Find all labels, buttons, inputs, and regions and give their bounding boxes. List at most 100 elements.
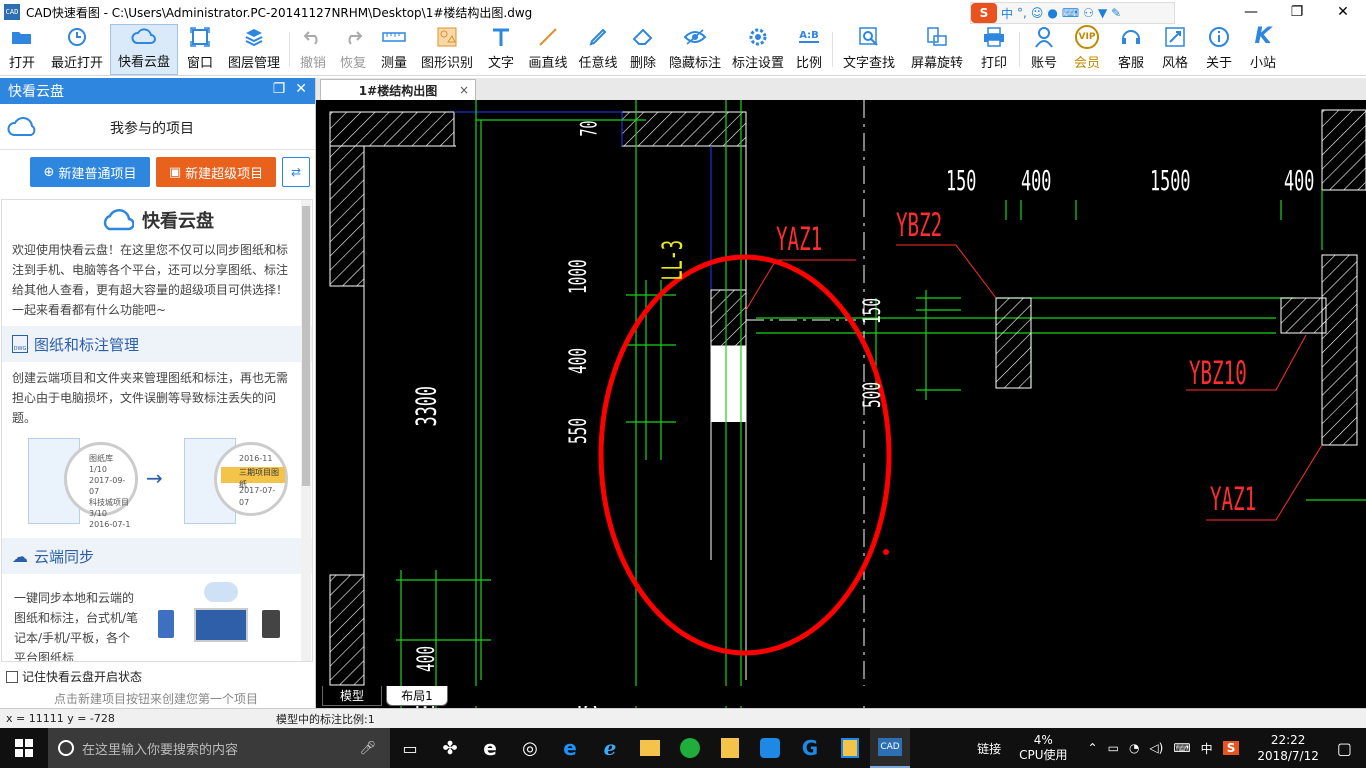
cloud-sync-icon: ☁ [12, 546, 28, 566]
main-toolbar: 打开 最近打开 快看云盘 窗口 图层管理 撤销 恢复 测量 图形识别 文字 画直… [0, 24, 1366, 76]
network-icon[interactable]: ◔ [1129, 741, 1139, 755]
panel-header: 快看云盘 ❐ ✕ [0, 78, 315, 104]
recent-button[interactable]: 最近打开 [44, 24, 110, 75]
new-super-project-button[interactable]: ▣ 新建超级项目 [156, 157, 276, 187]
shirt-icon[interactable]: ▼ [1098, 6, 1107, 20]
site-button[interactable]: K 小站 [1241, 24, 1285, 75]
eraser-icon [632, 24, 654, 49]
user-icon[interactable]: ⚇ [1083, 6, 1094, 20]
cad-app-icon[interactable]: CAD [870, 728, 910, 768]
intro-text: 欢迎使用快看云盘！在这里您不仅可以同步图纸和标注到手机、电脑等各个平台，还可以分… [12, 243, 289, 317]
shape-recognition-button[interactable]: 图形识别 [415, 24, 479, 75]
annotation-settings-button[interactable]: 标注设置 [727, 24, 789, 75]
hide-annotation-button[interactable]: 隐藏标注 [663, 24, 727, 75]
sogou-tray-icon[interactable]: S [1222, 741, 1240, 755]
volume-icon[interactable]: ◁) [1149, 741, 1163, 755]
style-button[interactable]: 风格 [1153, 24, 1197, 75]
print-button[interactable]: 打印 [972, 24, 1016, 75]
devices-illustration [154, 582, 284, 661]
toolbar-divider [832, 32, 833, 67]
folder-open-icon [11, 24, 33, 49]
tray-expand-icon[interactable]: ⌃ [1088, 741, 1098, 755]
scale-icon: A:B [799, 30, 819, 43]
app-spiral-icon[interactable]: ◎ [510, 728, 550, 768]
tab-model[interactable]: 模型 [322, 686, 382, 706]
cpu-meter[interactable]: 4% CPU使用 [1019, 733, 1067, 763]
rotate-screen-button[interactable]: 屏幕旋转 [902, 24, 972, 75]
sogou-logo-icon[interactable]: S [971, 3, 997, 23]
microphone-icon[interactable]: 🎤︎ [359, 741, 376, 756]
user-icon [1034, 24, 1054, 49]
settings-icon [747, 24, 769, 49]
windows-logo-icon [15, 739, 33, 757]
keyboard-icon[interactable]: ⌨ [1062, 6, 1079, 20]
ie-blue-icon[interactable]: ℯ [590, 728, 630, 768]
app-calendar-icon[interactable] [830, 728, 870, 768]
remember-checkbox[interactable] [6, 670, 18, 683]
about-button[interactable]: 关于 [1197, 24, 1241, 75]
notification-icon[interactable]: ▢ [1337, 739, 1352, 758]
shape-icon [436, 24, 458, 49]
scale-button[interactable]: A:B 比例 [789, 24, 829, 75]
mic-icon[interactable]: ● [1047, 6, 1057, 20]
emoji-icon[interactable]: ☺ [1031, 6, 1044, 20]
intro-scroll-area[interactable]: 快看云盘 欢迎使用快看云盘！在这里您不仅可以同步图纸和标注到手机、电脑等各个平台… [1, 199, 313, 662]
cad-drawing-canvas[interactable]: 150 400 1500 400 3300 1000 400 550 150 5… [316, 100, 1366, 708]
new-normal-project-button[interactable]: ⊕ 新建普通项目 [30, 157, 150, 187]
keyboard-icon[interactable]: ⌨ [1173, 741, 1190, 755]
input-language[interactable]: 中 [1201, 740, 1213, 757]
sync-button[interactable]: ⇄ [282, 157, 310, 187]
window-button[interactable]: 窗口 [178, 24, 222, 75]
app-blue-icon[interactable] [750, 728, 790, 768]
vip-button[interactable]: VIP 会员 [1065, 24, 1109, 75]
tab-layout1[interactable]: 布局1 [386, 686, 448, 706]
cloud-icon [131, 25, 157, 48]
remember-state-option[interactable]: 记住快看云盘开启状态 [6, 668, 142, 685]
find-text-button[interactable]: 文字查找 [836, 24, 902, 75]
edge-icon[interactable]: e [550, 728, 590, 768]
notes-icon[interactable] [710, 728, 750, 768]
app-g-icon[interactable]: G [790, 728, 830, 768]
freehand-button[interactable]: 任意线 [573, 24, 623, 75]
layer-manager-button[interactable]: 图层管理 [222, 24, 286, 75]
hatched-wall [329, 145, 365, 287]
draw-line-button[interactable]: 画直线 [523, 24, 573, 75]
clock[interactable]: 22:22 2018/7/12 [1257, 732, 1319, 764]
task-view-icon[interactable]: ▭ [390, 728, 430, 768]
ime-toolbar[interactable]: S 中 °, ☺ ● ⌨ ⚇ ▼ ✎ [970, 2, 1175, 24]
search-input[interactable]: 在这里输入你要搜索的内容 [82, 739, 238, 758]
account-button[interactable]: 账号 [1023, 24, 1065, 75]
app-fan-icon[interactable]: ✤ [430, 728, 470, 768]
maximize-button[interactable]: ❐ [1274, 0, 1320, 24]
app-green-icon[interactable] [670, 728, 710, 768]
delete-button[interactable]: 删除 [623, 24, 663, 75]
wrench-icon[interactable]: ✎ [1111, 6, 1121, 20]
measure-button[interactable]: 测量 [373, 24, 415, 75]
redo-button[interactable]: 恢复 [333, 24, 373, 75]
start-button[interactable] [0, 728, 48, 768]
support-button[interactable]: 客服 [1109, 24, 1153, 75]
text-button[interactable]: 文字 [479, 24, 523, 75]
close-button[interactable]: ✕ [1320, 0, 1366, 24]
dwg-file-icon: DWG [12, 335, 28, 353]
file-explorer-icon[interactable] [630, 728, 670, 768]
restore-panel-icon[interactable]: ❐ [273, 81, 286, 97]
ime-punct[interactable]: °, [1017, 6, 1027, 20]
taskbar-search[interactable]: 在这里输入你要搜索的内容 🎤︎ [48, 728, 390, 768]
panel-hint: 点击新建项目按钮来创建您第一个项目 [54, 692, 259, 706]
ie-icon[interactable]: e [470, 728, 510, 768]
minimize-button[interactable]: — [1228, 0, 1274, 24]
ime-mode[interactable]: 中 [1001, 5, 1013, 22]
document-tab[interactable]: 1#楼结构出图 × [320, 79, 476, 100]
cloud-disk-button[interactable]: 快看云盘 [110, 24, 178, 75]
open-button[interactable]: 打开 [0, 24, 44, 75]
panel-scrollbar[interactable] [301, 200, 311, 661]
link-label[interactable]: 链接 [977, 740, 1001, 757]
panel-title: 快看云盘 [8, 84, 64, 100]
info-icon [1208, 24, 1230, 49]
close-tab-icon[interactable]: × [459, 83, 469, 97]
battery-icon[interactable]: ▭ [1108, 741, 1119, 755]
undo-button[interactable]: 撤销 [293, 24, 333, 75]
monitor-icon [194, 608, 248, 642]
close-panel-icon[interactable]: ✕ [295, 81, 307, 97]
